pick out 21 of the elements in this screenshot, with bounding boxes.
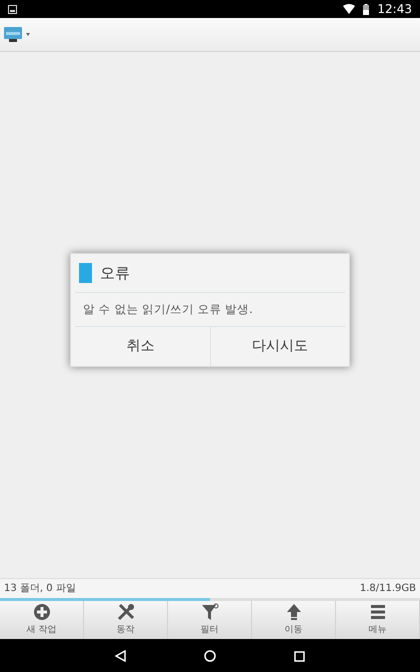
back-icon[interactable] bbox=[115, 650, 126, 662]
wifi-icon bbox=[343, 4, 356, 14]
dialog-message: 알 수 없는 읽기/쓰기 오류 발생. bbox=[75, 293, 345, 328]
cancel-button[interactable]: 취소 bbox=[71, 327, 210, 366]
clock-time: 12:43 bbox=[377, 1, 412, 18]
notification-icon bbox=[8, 4, 17, 14]
storage-usage: 1.8/11.9GB bbox=[360, 582, 416, 596]
home-icon[interactable] bbox=[204, 650, 216, 662]
recents-icon[interactable] bbox=[294, 650, 305, 662]
tools-icon bbox=[116, 603, 134, 621]
battery-icon bbox=[363, 4, 370, 14]
up-arrow-icon bbox=[284, 603, 302, 621]
retry-button[interactable]: 다시시도 bbox=[210, 327, 349, 366]
menu-icon bbox=[368, 603, 386, 621]
caret-icon bbox=[26, 33, 30, 36]
dialog-title: 오류 bbox=[100, 262, 130, 284]
monitor-icon bbox=[4, 26, 22, 42]
folder-count: 13 폴더, 0 파일 bbox=[4, 582, 76, 596]
add-icon bbox=[32, 603, 50, 621]
title-accent bbox=[79, 262, 92, 283]
filter-icon bbox=[200, 603, 218, 621]
